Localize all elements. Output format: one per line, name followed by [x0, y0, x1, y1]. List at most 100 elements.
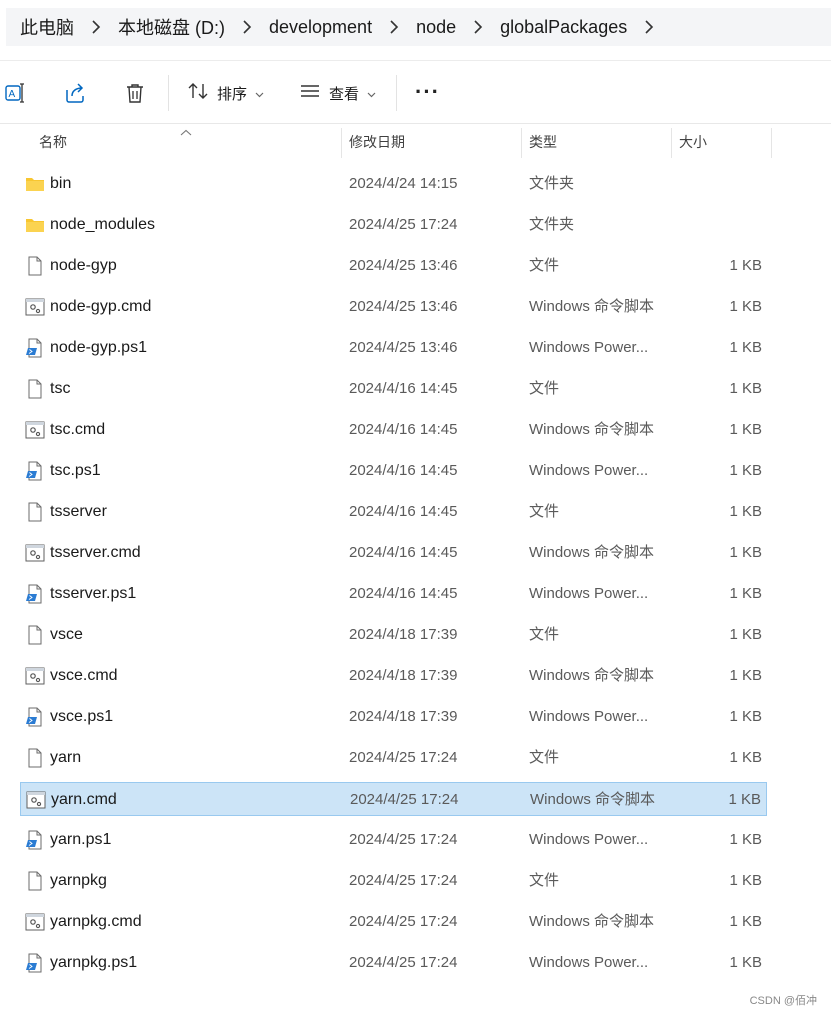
file-size: 1 KB	[729, 257, 762, 274]
file-row[interactable]: tsserver.cmd 2024/4/16 14:45 Windows 命令脚本 1…	[20, 536, 767, 570]
file-size: 1 KB	[729, 831, 762, 848]
sort-button[interactable]: 排序	[187, 75, 264, 111]
file-date: 2024/4/25 17:24	[349, 831, 458, 848]
file-size: 1 KB	[729, 339, 762, 356]
file-row[interactable]: node-gyp.ps1 2024/4/25 13:46 Windows Power…	[20, 331, 767, 365]
file-type: Windows Power...	[529, 954, 649, 971]
file-icon	[25, 748, 45, 768]
file-row[interactable]: yarnpkg.cmd 2024/4/25 17:24 Windows 命令脚本 1 …	[20, 905, 767, 939]
breadcrumb-node[interactable]: node	[416, 17, 456, 38]
file-type: Windows 命令脚本	[529, 913, 655, 930]
file-size: 1 KB	[729, 872, 762, 889]
file-type: 文件夹	[529, 216, 575, 233]
file-name: node_modules	[50, 216, 155, 233]
powershell-file-icon	[25, 707, 45, 727]
cmd-file-icon	[25, 297, 45, 317]
column-divider[interactable]	[521, 128, 522, 158]
file-date: 2024/4/16 14:45	[349, 544, 458, 561]
file-row[interactable]: yarnpkg 2024/4/25 17:24 文件 1 KB	[20, 864, 767, 898]
more-options-icon[interactable]: ···	[415, 81, 440, 103]
file-icon	[25, 625, 45, 645]
file-type: 文件	[529, 626, 560, 643]
cmd-file-icon	[25, 666, 45, 686]
column-divider[interactable]	[671, 128, 672, 158]
file-type: 文件	[529, 872, 560, 889]
file-type: Windows 命令脚本	[529, 667, 655, 684]
file-date: 2024/4/25 13:46	[349, 339, 458, 356]
file-size: 1 KB	[729, 626, 762, 643]
file-row[interactable]: yarn 2024/4/25 17:24 文件 1 KB	[20, 741, 767, 775]
file-size: 1 KB	[729, 380, 762, 397]
file-date: 2024/4/16 14:45	[349, 421, 458, 438]
file-name: yarnpkg	[50, 872, 107, 889]
view-icon	[299, 81, 321, 105]
command-bar: A 排序 查看 ···	[0, 60, 831, 124]
breadcrumb-development[interactable]: development	[269, 17, 372, 38]
column-header-type[interactable]: 类型	[529, 124, 557, 160]
column-divider[interactable]	[771, 128, 772, 158]
share-icon[interactable]	[61, 79, 89, 107]
file-name: node-gyp.ps1	[50, 339, 147, 356]
file-date: 2024/4/16 14:45	[349, 462, 458, 479]
file-row[interactable]: node-gyp 2024/4/25 13:46 文件 1 KB	[20, 249, 767, 283]
cmd-file-icon	[25, 543, 45, 563]
watermark: CSDN @佰冲	[749, 995, 817, 1007]
file-date: 2024/4/25 17:24	[349, 872, 458, 889]
column-header-size[interactable]: 大小	[679, 124, 707, 160]
file-row[interactable]: yarnpkg.ps1 2024/4/25 17:24 Windows Power.…	[20, 946, 767, 980]
file-type: Windows Power...	[529, 831, 649, 848]
file-row[interactable]: vsce.cmd 2024/4/18 17:39 Windows 命令脚本 1 KB	[20, 659, 767, 693]
file-name: tsc.cmd	[50, 421, 106, 438]
view-button[interactable]: 查看	[299, 75, 376, 111]
file-row[interactable]: node-gyp.cmd 2024/4/25 13:46 Windows 命令脚本 1…	[20, 290, 767, 324]
file-type: 文件	[529, 380, 560, 397]
column-header-name[interactable]: 名称	[39, 124, 67, 160]
chevron-right-icon[interactable]	[225, 20, 269, 34]
file-icon	[25, 379, 45, 399]
file-date: 2024/4/25 17:24	[349, 913, 458, 930]
breadcrumb-drive-d[interactable]: 本地磁盘 (D:)	[118, 14, 225, 40]
column-divider[interactable]	[341, 128, 342, 158]
file-size: 1 KB	[729, 708, 762, 725]
file-row[interactable]: node_modules 2024/4/25 17:24 文件夹	[20, 208, 767, 242]
file-row[interactable]: bin 2024/4/24 14:15 文件夹	[20, 167, 767, 201]
file-size: 1 KB	[729, 298, 762, 315]
file-row[interactable]: vsce 2024/4/18 17:39 文件 1 KB	[20, 618, 767, 652]
breadcrumb-this-pc[interactable]: 此电脑	[20, 14, 74, 40]
file-row[interactable]: tsserver.ps1 2024/4/16 14:45 Windows Power…	[20, 577, 767, 611]
file-date: 2024/4/18 17:39	[349, 667, 458, 684]
file-name: vsce.cmd	[50, 667, 118, 684]
file-name: node-gyp	[50, 257, 117, 274]
file-row[interactable]: tsc.cmd 2024/4/16 14:45 Windows 命令脚本 1 KB	[20, 413, 767, 447]
file-row[interactable]: tsc.ps1 2024/4/16 14:45 Windows Power... 1 …	[20, 454, 767, 488]
file-type: Windows Power...	[529, 462, 649, 479]
svg-text:A: A	[9, 89, 16, 100]
sort-ascending-icon	[180, 124, 192, 140]
toolbar-divider	[168, 75, 169, 111]
file-type: Windows 命令脚本	[529, 544, 655, 561]
column-header-date[interactable]: 修改日期	[349, 124, 405, 160]
address-bar[interactable]: 此电脑 本地磁盘 (D:) development node globalPac…	[6, 8, 831, 46]
file-type: Windows Power...	[529, 708, 649, 725]
file-icon	[25, 871, 45, 891]
file-name: tsc.ps1	[50, 462, 101, 479]
rename-icon[interactable]: A	[2, 79, 30, 107]
file-row[interactable]: yarn.cmd 2024/4/25 17:24 Windows 命令脚本 1 KB	[20, 782, 767, 816]
chevron-right-icon[interactable]	[627, 20, 671, 34]
delete-icon[interactable]	[121, 79, 149, 107]
file-row[interactable]: tsserver 2024/4/16 14:45 文件 1 KB	[20, 495, 767, 529]
file-date: 2024/4/25 17:24	[350, 791, 459, 808]
file-row[interactable]: tsc 2024/4/16 14:45 文件 1 KB	[20, 372, 767, 406]
file-row[interactable]: yarn.ps1 2024/4/25 17:24 Windows Power... 1…	[20, 823, 767, 857]
chevron-right-icon[interactable]	[456, 20, 500, 34]
file-type: 文件	[529, 257, 560, 274]
file-date: 2024/4/25 17:24	[349, 749, 458, 766]
file-name: node-gyp.cmd	[50, 298, 152, 315]
file-type: 文件	[529, 503, 560, 520]
chevron-right-icon[interactable]	[74, 20, 118, 34]
breadcrumb-globalpackages[interactable]: globalPackages	[500, 17, 627, 38]
chevron-right-icon[interactable]	[372, 20, 416, 34]
chevron-down-icon	[255, 85, 264, 102]
file-icon	[25, 502, 45, 522]
file-row[interactable]: vsce.ps1 2024/4/18 17:39 Windows Power... 1…	[20, 700, 767, 734]
